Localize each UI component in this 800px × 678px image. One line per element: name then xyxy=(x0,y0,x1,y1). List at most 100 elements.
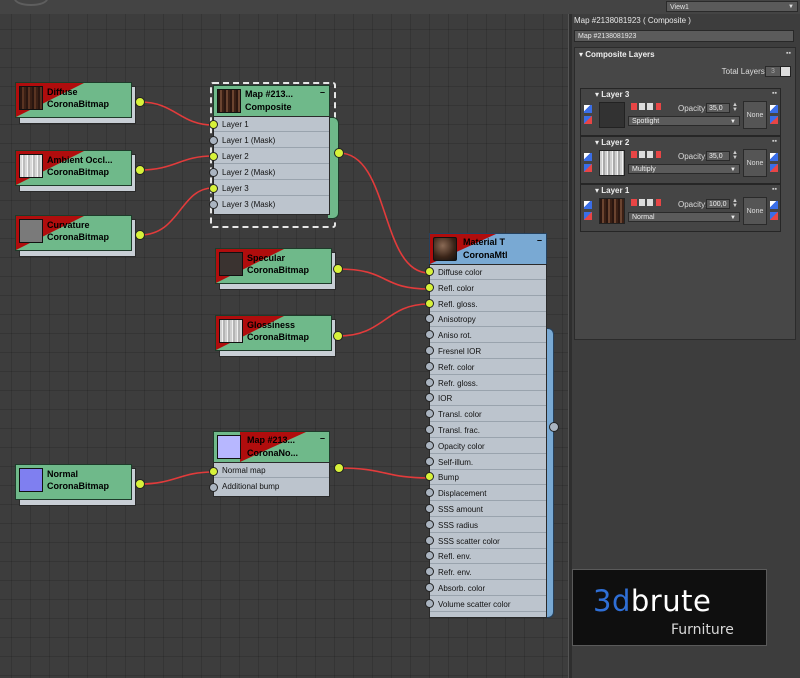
layer-pin-icon[interactable]: ▪▪ xyxy=(772,138,777,145)
mask-color-icon[interactable] xyxy=(770,116,778,124)
input-socket[interactable] xyxy=(209,483,218,492)
layer-thumbnail[interactable] xyxy=(599,198,625,224)
slot-material-20[interactable]: Absorb. color xyxy=(430,581,546,596)
map-name-field[interactable]: Map #2138081923 xyxy=(574,30,794,42)
slot-material-9[interactable]: Transl. color xyxy=(430,407,546,423)
input-socket[interactable] xyxy=(425,598,434,608)
slot-material-19[interactable]: Refr. env. xyxy=(430,565,546,581)
slot-material-8[interactable]: IOR xyxy=(430,391,546,407)
layer-thumbnail[interactable] xyxy=(599,102,625,128)
input-socket[interactable] xyxy=(425,583,434,592)
layer-toggle-icon[interactable] xyxy=(656,151,661,158)
slot-layer1[interactable]: Layer 1 xyxy=(214,117,329,132)
mask-none-button[interactable]: None xyxy=(743,197,767,225)
slot-material-16[interactable]: SSS radius xyxy=(430,518,546,533)
input-socket[interactable] xyxy=(425,440,434,450)
slot-material-4[interactable]: Aniso rot. xyxy=(430,328,546,344)
node-glossiness[interactable]: Glossiness CoronaBitmap xyxy=(215,315,343,359)
input-socket[interactable] xyxy=(209,152,218,161)
collapse-button[interactable]: – xyxy=(320,433,325,443)
slot-material-18[interactable]: Refl. env. xyxy=(430,549,546,565)
add-layer-icon[interactable] xyxy=(780,66,791,77)
slot-material-6[interactable]: Refr. color xyxy=(430,360,546,375)
material-output-port[interactable] xyxy=(549,422,559,432)
collapse-button[interactable]: – xyxy=(320,87,325,97)
layer-pin-icon[interactable]: ▪▪ xyxy=(772,186,777,193)
slot-layer2-mask[interactable]: Layer 2 (Mask) xyxy=(214,165,329,180)
slot-material-7[interactable]: Refr. gloss. xyxy=(430,376,546,391)
delete-layer-icon[interactable] xyxy=(631,199,637,206)
slot-material-5[interactable]: Fresnel IOR xyxy=(430,344,546,359)
input-socket[interactable] xyxy=(425,377,434,387)
layer-color-icon[interactable] xyxy=(584,116,592,124)
input-socket[interactable] xyxy=(425,504,434,513)
slot-material-11[interactable]: Opacity color xyxy=(430,439,546,454)
layer-toggle-icon[interactable] xyxy=(656,103,661,110)
output-port[interactable] xyxy=(135,165,145,175)
layer-visibility-icon[interactable] xyxy=(584,201,592,209)
blend-mode-dropdown[interactable]: Multiply ▼ xyxy=(628,164,740,174)
input-socket[interactable] xyxy=(425,456,434,466)
opacity-value[interactable]: 100,0 xyxy=(706,199,730,209)
node-normal[interactable]: Normal CoronaBitmap xyxy=(15,464,145,508)
mask-color-icon[interactable] xyxy=(770,212,778,220)
slot-additional-bump[interactable]: Additional bump xyxy=(214,479,329,494)
rollout-title[interactable]: ▾ Composite Layers xyxy=(579,50,655,59)
slot-material-15[interactable]: SSS amount xyxy=(430,502,546,517)
slot-material-1[interactable]: Refl. color xyxy=(430,281,546,296)
input-socket[interactable] xyxy=(209,200,218,209)
copy-layer-icon[interactable] xyxy=(639,199,645,206)
mask-color-icon[interactable] xyxy=(770,164,778,172)
blend-mode-dropdown[interactable]: Normal ▼ xyxy=(628,212,740,222)
input-socket[interactable] xyxy=(209,184,218,193)
mask-visibility-icon[interactable] xyxy=(770,153,778,161)
opacity-spinner-icon[interactable]: ▲ ▼ xyxy=(732,198,738,209)
node-composite[interactable]: Map #213... Composite – Layer 1 Layer 1 … xyxy=(209,85,344,220)
node-specular[interactable]: Specular CoronaBitmap xyxy=(215,248,343,292)
input-socket[interactable] xyxy=(425,267,434,276)
slot-material-0[interactable]: Diffuse color xyxy=(430,265,546,280)
output-port[interactable] xyxy=(135,97,145,107)
input-socket[interactable] xyxy=(425,425,434,434)
slot-layer1-mask[interactable]: Layer 1 (Mask) xyxy=(214,133,329,148)
delete-layer-icon[interactable] xyxy=(631,103,637,110)
input-socket[interactable] xyxy=(425,519,434,529)
layer-thumbnail[interactable] xyxy=(599,150,625,176)
slot-material-13[interactable]: Bump xyxy=(430,470,546,486)
duplicate-layer-icon[interactable] xyxy=(647,151,653,158)
input-socket[interactable] xyxy=(209,120,218,129)
input-socket[interactable] xyxy=(209,467,218,476)
duplicate-layer-icon[interactable] xyxy=(647,199,653,206)
slot-material-21[interactable]: Volume scatter color xyxy=(430,597,546,612)
layer-pin-icon[interactable]: ▪▪ xyxy=(772,90,777,97)
input-socket[interactable] xyxy=(425,282,434,292)
slot-material-12[interactable]: Self-illum. xyxy=(430,455,546,470)
layer-toggle-icon[interactable] xyxy=(656,199,661,206)
copy-layer-icon[interactable] xyxy=(639,103,645,110)
opacity-spinner-icon[interactable]: ▲ ▼ xyxy=(732,102,738,113)
input-socket[interactable] xyxy=(425,535,434,545)
node-ambient-occlusion[interactable]: Ambient Occl... CoronaBitmap xyxy=(15,150,145,194)
blend-mode-dropdown[interactable]: Spotlight ▼ xyxy=(628,116,740,126)
mask-none-button[interactable]: None xyxy=(743,101,767,129)
total-layers-value[interactable]: 3 xyxy=(765,66,781,77)
slot-material-14[interactable]: Displacement xyxy=(430,486,546,502)
slot-material-2[interactable]: Refl. gloss. xyxy=(430,297,546,312)
copy-layer-icon[interactable] xyxy=(639,151,645,158)
layer-name[interactable]: ▾ Layer 2 xyxy=(595,138,629,147)
collapse-button[interactable]: – xyxy=(537,235,542,245)
mask-visibility-icon[interactable] xyxy=(770,105,778,113)
output-port[interactable] xyxy=(135,479,145,489)
output-port[interactable] xyxy=(333,331,343,341)
slot-material-10[interactable]: Transl. frac. xyxy=(430,423,546,438)
layer-visibility-icon[interactable] xyxy=(584,105,592,113)
slot-normal-map[interactable]: Normal map xyxy=(214,463,329,478)
layer-color-icon[interactable] xyxy=(584,164,592,172)
input-socket[interactable] xyxy=(425,361,434,371)
input-socket[interactable] xyxy=(425,298,434,308)
slot-layer2[interactable]: Layer 2 xyxy=(214,149,329,164)
opacity-value[interactable]: 35,0 xyxy=(706,103,730,113)
mask-none-button[interactable]: None xyxy=(743,149,767,177)
rollout-pin-icon[interactable]: ▪▪ xyxy=(786,50,791,57)
input-socket[interactable] xyxy=(209,136,218,145)
